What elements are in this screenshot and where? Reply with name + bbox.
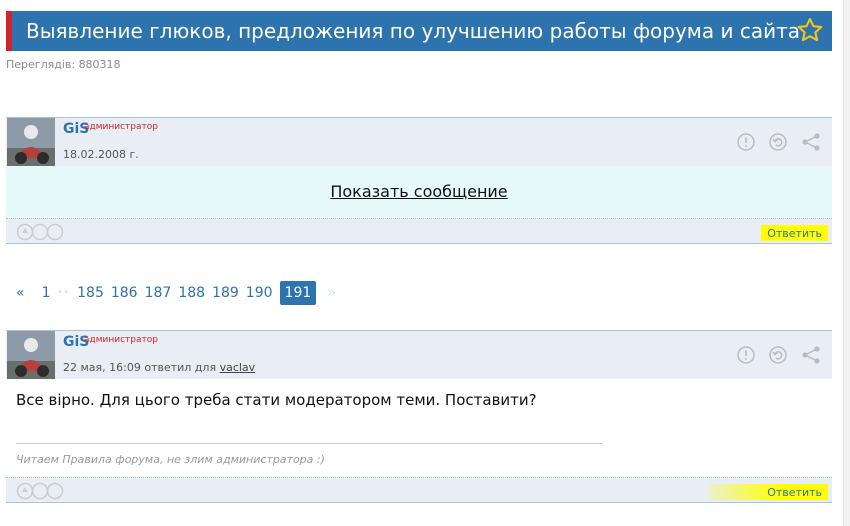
reply-button[interactable]: Ответить [761, 225, 828, 241]
pager-next[interactable]: » [327, 285, 336, 301]
post-header: GiS администратор 18.02.2008 г. [6, 118, 832, 166]
post-date: 22 мая, 16:09 ответил для vaclav [63, 361, 255, 374]
post-date: 18.02.2008 г. [63, 148, 139, 161]
rating-icon[interactable] [16, 223, 64, 241]
pager-prev[interactable]: « [16, 285, 25, 301]
hidden-post-body: Показать сообщение [6, 166, 832, 218]
forum-post: GiS администратор 18.02.2008 г. Показать… [6, 117, 832, 244]
rating-icon[interactable] [16, 482, 64, 500]
reply-button[interactable]: Ответить [708, 484, 828, 500]
avatar[interactable] [7, 331, 55, 379]
post-footer: Ответить [6, 477, 832, 502]
post-signature: Читаем Правила форума, не злим администр… [16, 453, 325, 466]
signature-divider [16, 443, 602, 444]
pager-page[interactable]: 185 [77, 285, 104, 301]
pager-page[interactable]: 188 [178, 285, 205, 301]
pagination: « 1 •• 185 186 187 188 189 190 191 » [16, 277, 336, 309]
avatar[interactable] [7, 118, 55, 166]
post-date-text: 22 мая, 16:09 ответил для [63, 361, 217, 374]
share-icon[interactable] [800, 132, 822, 156]
show-message-link[interactable]: Показать сообщение [330, 182, 507, 201]
report-icon[interactable] [736, 345, 756, 369]
pager-page[interactable]: 189 [212, 285, 239, 301]
author-role: администратор [84, 335, 158, 345]
undo-icon[interactable] [768, 132, 788, 156]
pager-page[interactable]: 186 [111, 285, 138, 301]
views-count: Переглядів: 880318 [6, 58, 121, 71]
pager-page[interactable]: 190 [246, 285, 273, 301]
post-text: Все вірно. Для цього треба стати модерат… [16, 391, 537, 409]
undo-icon[interactable] [768, 345, 788, 369]
report-icon[interactable] [736, 132, 756, 156]
author-role: администратор [84, 122, 158, 132]
scrollbar[interactable] [843, 0, 850, 526]
post-footer: Ответить [6, 218, 832, 243]
topic-title: Выявление глюков, предложения по улучшен… [26, 19, 801, 43]
favorite-star-icon[interactable] [796, 16, 824, 48]
pager-page[interactable]: 187 [145, 285, 172, 301]
pager-ellipsis: •• [57, 288, 71, 298]
pager-current[interactable]: 191 [279, 281, 317, 305]
topic-title-bar: Выявление глюков, предложения по улучшен… [6, 11, 832, 51]
share-icon[interactable] [800, 345, 822, 369]
post-body: Все вірно. Для цього треба стати модерат… [6, 379, 832, 477]
post-header: GiS администратор 22 мая, 16:09 ответил … [6, 331, 832, 379]
reply-to-user-link[interactable]: vaclav [220, 361, 256, 374]
forum-post: GiS администратор 22 мая, 16:09 ответил … [6, 330, 832, 503]
pager-first[interactable]: 1 [42, 285, 51, 301]
